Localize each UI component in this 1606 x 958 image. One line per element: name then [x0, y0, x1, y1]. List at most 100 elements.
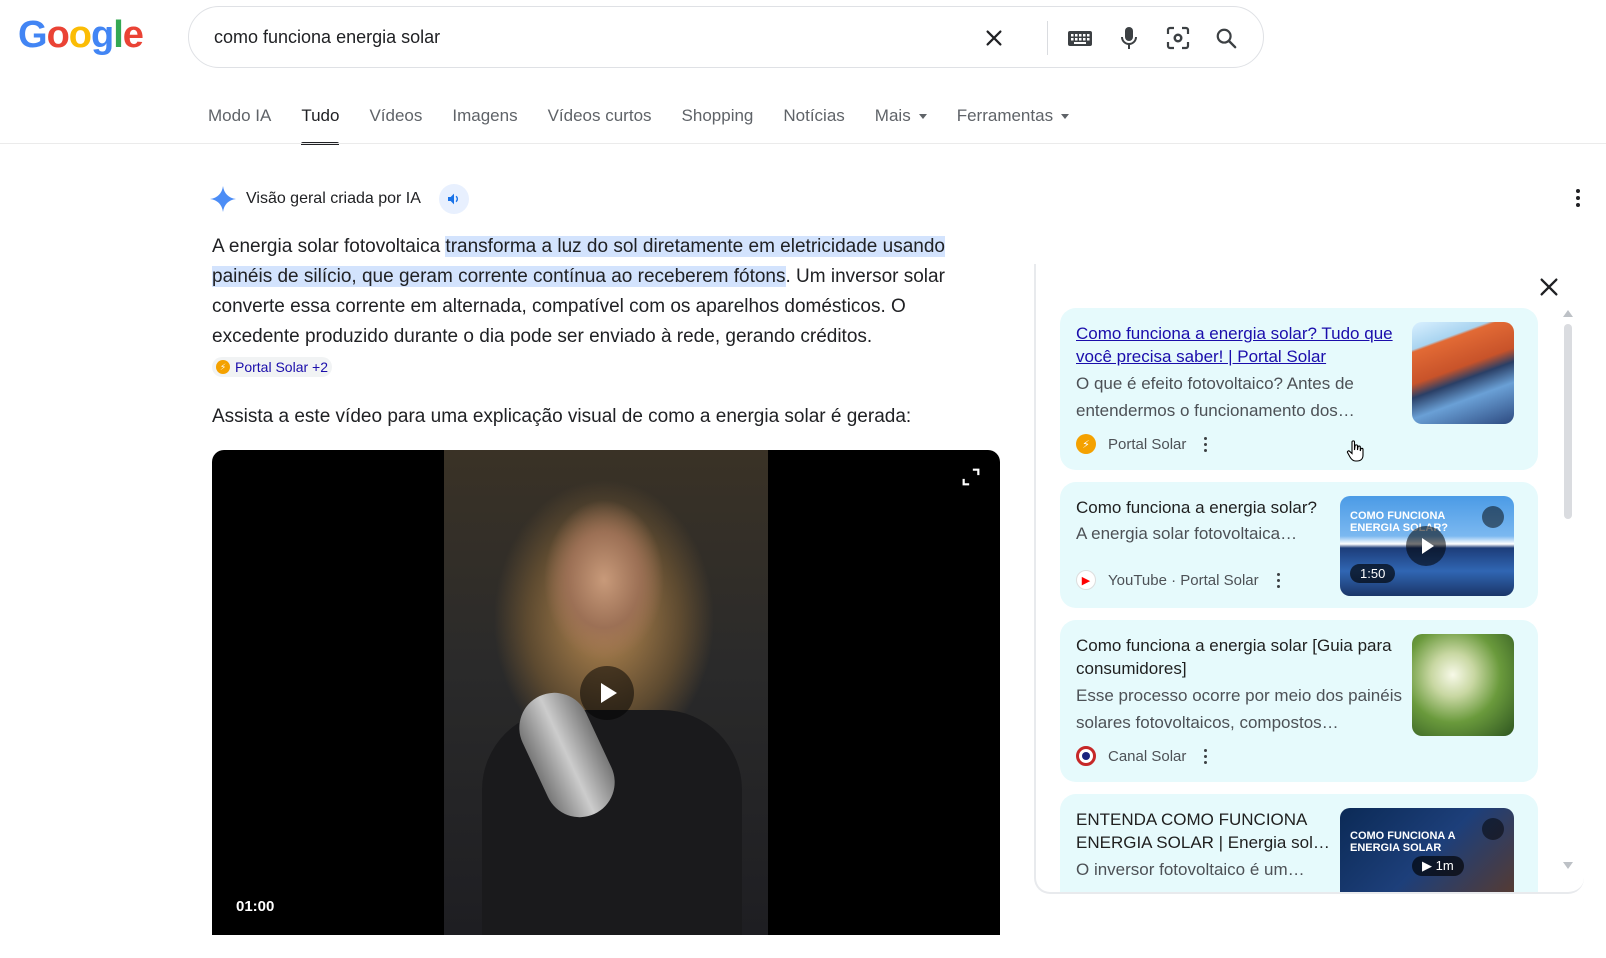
- expand-icon[interactable]: [1482, 506, 1504, 528]
- tab-label: Vídeos curtos: [547, 106, 652, 125]
- close-panel-button[interactable]: [1532, 270, 1566, 304]
- tabs-divider: [0, 143, 1606, 144]
- source-options-button[interactable]: [1204, 748, 1208, 764]
- ai-overview-text: A energia solar fotovoltaica transforma …: [212, 232, 992, 382]
- source-card[interactable]: Como funciona a energia solar? A energia…: [1060, 482, 1538, 608]
- tab-tudo[interactable]: Tudo: [301, 106, 340, 145]
- source-meta: Canal Solar: [1076, 746, 1208, 766]
- source-options-button[interactable]: [1204, 436, 1208, 452]
- source-description: A energia solar fotovoltaica…: [1076, 524, 1298, 543]
- lens-icon[interactable]: [1163, 23, 1193, 53]
- video-duration: 1:50: [1350, 564, 1396, 583]
- close-icon: [1540, 278, 1558, 296]
- video-thumbnail[interactable]: COMO FUNCIONA ENERGIA SOLAR? 1:50: [1340, 496, 1514, 596]
- more-options-button[interactable]: [1568, 186, 1588, 210]
- video-thumbnail[interactable]: COMO FUNCIONA A ENERGIA SOLAR ▶ 1m: [1340, 808, 1514, 892]
- kebab-dot: [1204, 760, 1208, 764]
- tab-label: Shopping: [681, 106, 754, 125]
- citation-chip[interactable]: ⚡ Portal Solar +2: [212, 356, 332, 377]
- source-name: Canal Solar: [1108, 747, 1187, 765]
- tab-mais[interactable]: Mais: [875, 106, 927, 144]
- scroll-down-arrow[interactable]: [1563, 862, 1573, 869]
- kebab-dot: [1276, 572, 1280, 576]
- expand-icon[interactable]: [1482, 818, 1504, 840]
- source-thumbnail[interactable]: [1412, 634, 1514, 736]
- tab-ferramentas[interactable]: Ferramentas: [956, 106, 1070, 144]
- kebab-dot: [1576, 203, 1580, 207]
- play-icon: [1406, 526, 1446, 566]
- speaker-icon: [447, 193, 458, 205]
- hand-cursor-icon: [1346, 440, 1364, 462]
- keyboard-icon[interactable]: [1065, 23, 1095, 53]
- portal-solar-icon: ⚡: [1076, 434, 1096, 454]
- logo-letter: o: [68, 14, 92, 56]
- caret-down-icon: [1061, 114, 1070, 119]
- play-button[interactable]: [580, 666, 634, 720]
- kebab-dot: [1276, 578, 1280, 582]
- tab-label: Tudo: [301, 106, 340, 125]
- search-input[interactable]: como funciona energia solar: [214, 27, 440, 48]
- search-tabs: Modo IA Tudo Vídeos Imagens Vídeos curto…: [208, 106, 1099, 145]
- gemini-sparkle-icon: [210, 186, 236, 212]
- kebab-dot: [1576, 196, 1580, 200]
- portal-solar-icon: ⚡: [216, 359, 230, 374]
- ai-text-start: A energia solar fotovoltaica: [212, 236, 446, 257]
- kebab-dot: [1204, 436, 1208, 440]
- kebab-dot: [1204, 754, 1208, 758]
- logo-letter: G: [18, 14, 48, 56]
- video-intro-text: Assista a este vídeo para uma explicação…: [212, 406, 912, 427]
- video-player[interactable]: 01:00: [212, 450, 1000, 935]
- source-description: O que é efeito fotovoltaico? Antes de en…: [1076, 374, 1355, 420]
- ai-overview-header: Visão geral criada por IA: [210, 184, 469, 214]
- search-icon[interactable]: [1211, 23, 1241, 53]
- ai-overview-title: Visão geral criada por IA: [246, 190, 421, 207]
- source-card[interactable]: Como funciona a energia solar [Guia para…: [1060, 620, 1538, 782]
- source-description: O inversor fotovoltaico é um…: [1076, 860, 1305, 879]
- tab-imagens[interactable]: Imagens: [452, 106, 517, 144]
- kebab-dot: [1204, 748, 1208, 752]
- source-title[interactable]: Como funciona a energia solar [Guia para…: [1076, 634, 1406, 680]
- search-box[interactable]: como funciona energia solar: [188, 6, 1264, 68]
- listen-button[interactable]: [438, 184, 469, 214]
- duration-label: 1m: [1435, 858, 1454, 873]
- tab-label: Mais: [874, 106, 911, 125]
- tab-videos-curtos[interactable]: Vídeos curtos: [548, 106, 652, 144]
- tab-label: Modo IA: [208, 106, 272, 125]
- tab-label: Imagens: [452, 106, 518, 125]
- source-card[interactable]: ENTENDA COMO FUNCIONA ENERGIA SOLAR | En…: [1060, 794, 1538, 892]
- tab-shopping[interactable]: Shopping: [682, 106, 754, 144]
- tab-modo-ia[interactable]: Modo IA: [208, 106, 271, 144]
- microphone-icon[interactable]: [1114, 23, 1144, 53]
- tab-label: Ferramentas: [956, 106, 1054, 125]
- source-thumbnail[interactable]: [1412, 322, 1514, 424]
- scroll-up-arrow[interactable]: [1563, 310, 1573, 317]
- source-title[interactable]: Como funciona a energia solar? Tudo que …: [1076, 322, 1406, 368]
- source-card[interactable]: Como funciona a energia solar? Tudo que …: [1060, 308, 1538, 470]
- expand-icon[interactable]: [960, 466, 982, 488]
- video-figure: [482, 710, 742, 935]
- video-duration: ▶ 1m: [1412, 856, 1464, 876]
- source-title[interactable]: ENTENDA COMO FUNCIONA ENERGIA SOLAR | En…: [1076, 808, 1336, 854]
- tab-videos[interactable]: Vídeos: [369, 106, 422, 144]
- tab-label: Vídeos: [369, 106, 423, 125]
- kebab-dot: [1576, 189, 1580, 193]
- citation-label: Portal Solar +2: [235, 358, 328, 375]
- thumbnail-text: COMO FUNCIONA A ENERGIA SOLAR: [1350, 830, 1456, 854]
- scrollbar-thumb[interactable]: [1564, 324, 1572, 519]
- search-divider: [1047, 21, 1048, 55]
- thumbnail-text: COMO FUNCIONA ENERGIA SOLAR?: [1350, 510, 1448, 534]
- caret-down-icon: [918, 114, 927, 119]
- logo-letter: o: [46, 14, 70, 56]
- kebab-dot: [1204, 448, 1208, 452]
- source-title[interactable]: Como funciona a energia solar?: [1076, 496, 1336, 519]
- google-logo[interactable]: Google: [18, 14, 144, 57]
- tab-noticias[interactable]: Notícias: [783, 106, 844, 144]
- source-meta: ⚡ Portal Solar: [1076, 434, 1208, 454]
- close-icon[interactable]: [979, 23, 1009, 53]
- logo-letter: g: [91, 14, 114, 56]
- source-options-button[interactable]: [1276, 572, 1280, 588]
- source-name: YouTube · Portal Solar: [1108, 571, 1259, 589]
- source-meta: ▶ YouTube · Portal Solar: [1076, 570, 1280, 590]
- video-time: 01:00: [236, 898, 275, 915]
- kebab-dot: [1276, 584, 1280, 588]
